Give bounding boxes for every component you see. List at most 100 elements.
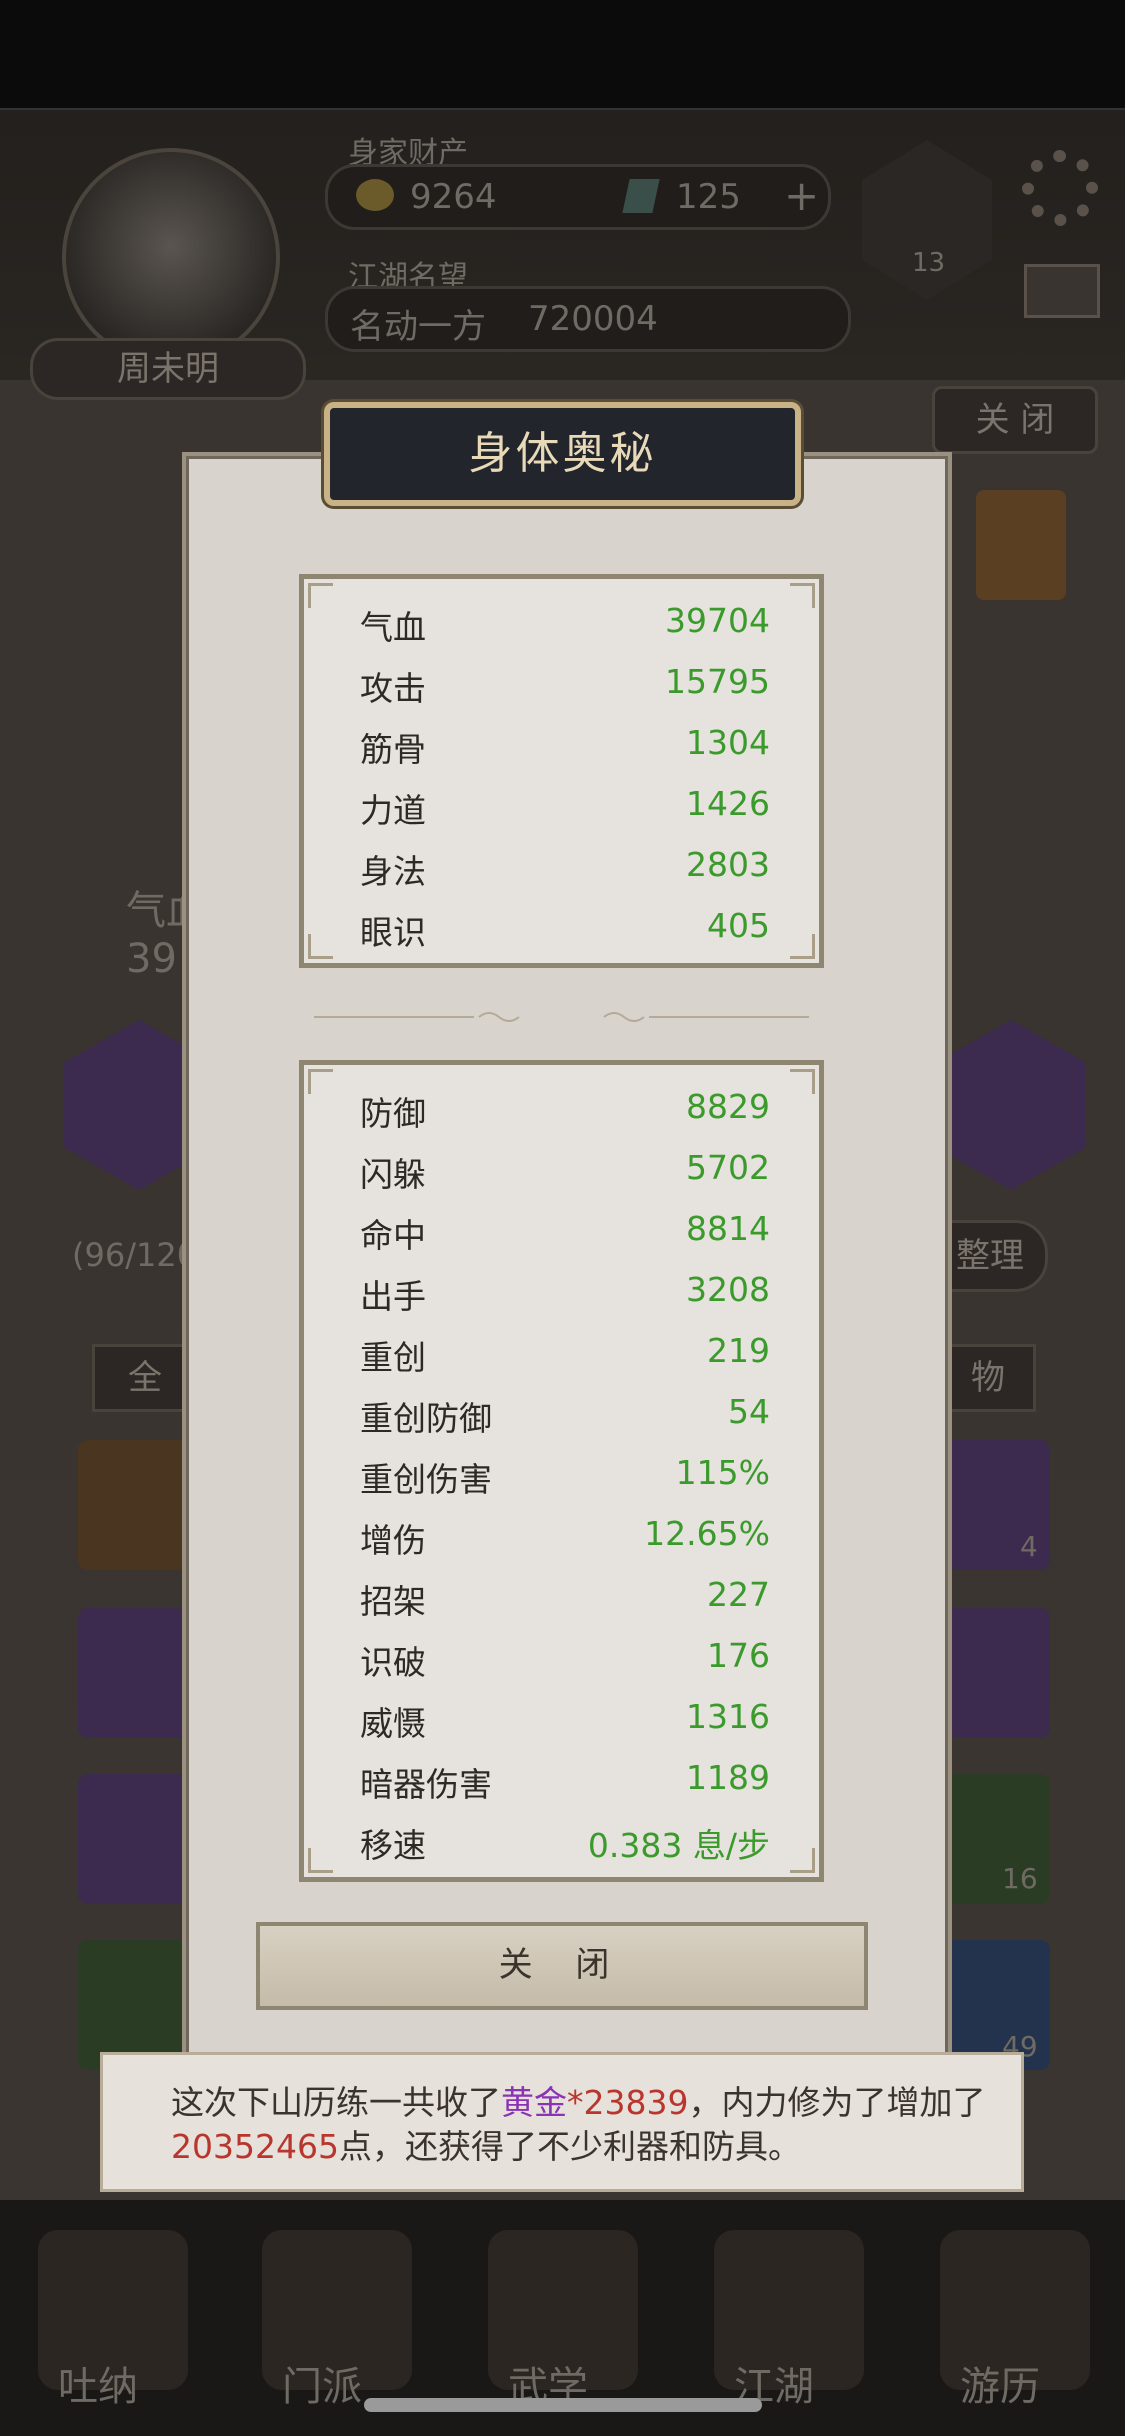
bag-slot[interactable] (78, 1940, 188, 2070)
stat-row: 眼识 405 (360, 906, 770, 956)
stat-label: 威慑 (360, 1704, 426, 1743)
stat-value: 2803 (686, 845, 770, 884)
stat-label: 识破 (360, 1643, 426, 1682)
stat-label: 闪躲 (360, 1155, 426, 1194)
stat-row: 攻击 15795 (360, 662, 770, 712)
add-currency-icon[interactable]: + (784, 171, 819, 220)
panel-corner (308, 1848, 333, 1873)
stat-label: 增伤 (360, 1521, 426, 1560)
toast-message: 这次下山历练一共收了黄金*23839，内力修为了增加了 20352465点，还获得… (171, 2081, 991, 2169)
rank-emblem-icon[interactable] (976, 490, 1066, 600)
stat-label: 重创防御 (360, 1399, 492, 1438)
stat-value: 54 (728, 1392, 770, 1431)
fame-value: 720004 (528, 299, 658, 339)
stat-row: 出手 3208 (360, 1270, 770, 1320)
stat-value: 405 (707, 906, 770, 945)
bag-capacity: (96/120 (72, 1236, 198, 1274)
stat-label: 重创 (360, 1338, 426, 1377)
panel-corner (790, 583, 815, 608)
stat-label: 眼识 (360, 913, 426, 952)
advanced-stats-panel: 防御 8829 闪躲 5702 命中 8814 出手 3208 重创 219 重创防御 54 重创伤害 1… (299, 1060, 824, 1882)
stat-label: 气血 (360, 608, 426, 647)
stat-value: 1316 (686, 1697, 770, 1736)
stat-row: 移速 0.383 息/步 (360, 1819, 770, 1869)
stat-value: 1304 (686, 723, 770, 762)
home-indicator[interactable] (364, 2398, 762, 2412)
stat-label: 命中 (360, 1216, 426, 1255)
expedition-result-toast: 这次下山历练一共收了黄金*23839，内力修为了增加了 20352465点，还获得… (100, 2052, 1024, 2192)
bag-slot[interactable] (78, 1440, 188, 1570)
toast-multiplier: * (567, 2083, 584, 2122)
stat-row: 防御 8829 (360, 1087, 770, 1137)
fame-rank: 名动一方 (350, 307, 486, 347)
nav-meditate-label: 吐纳 (58, 2364, 138, 2410)
stat-label: 招架 (360, 1582, 426, 1621)
toast-text-part: ，内力修为了增加了 (688, 2083, 986, 2122)
stat-row: 威慑 1316 (360, 1697, 770, 1747)
stat-row: 暗器伤害 1189 (360, 1758, 770, 1808)
nav-sect-label: 门派 (282, 2364, 362, 2410)
reward-item-name: 黄金 (501, 2083, 567, 2122)
currency-bar: 9264 125 + (325, 164, 831, 230)
stat-label: 出手 (360, 1277, 426, 1316)
dialog-title-plate: 身体奥秘 (324, 402, 801, 506)
mail-icon[interactable] (1024, 264, 1100, 318)
stat-value: 1426 (686, 784, 770, 823)
nav-travel-label: 游历 (960, 2364, 1040, 2410)
stat-row: 识破 176 (360, 1636, 770, 1686)
panel-corner (790, 934, 815, 959)
close-tab-button[interactable]: 关 闭 (932, 386, 1098, 454)
stat-row: 命中 8814 (360, 1209, 770, 1259)
dialog-title: 身体奥秘 (468, 428, 657, 479)
player-avatar[interactable] (62, 148, 280, 366)
internal-power-points: 20352465 (171, 2127, 339, 2166)
stat-label: 防御 (360, 1094, 426, 1133)
stat-row: 增伤 12.65% (360, 1514, 770, 1564)
slot-count: 4 (1020, 1530, 1038, 1563)
stat-value: 115% (675, 1453, 770, 1492)
status-bar (0, 0, 1125, 110)
stat-value: 39704 (665, 601, 770, 640)
stat-row: 闪躲 5702 (360, 1148, 770, 1198)
stat-row: 重创防御 54 (360, 1392, 770, 1442)
stat-value: 219 (707, 1331, 770, 1370)
filter-item-tab[interactable]: 物 (940, 1344, 1036, 1412)
bag-slot[interactable] (78, 1608, 188, 1738)
toast-text-part: 这次下山历练一共收了 (171, 2083, 501, 2122)
stat-row: 气血 39704 (360, 601, 770, 651)
fame-bar: 名动一方 720004 (325, 286, 851, 352)
stat-row: 重创伤害 115% (360, 1453, 770, 1503)
stat-value: 176 (707, 1636, 770, 1675)
stat-row: 招架 227 (360, 1575, 770, 1625)
bag-slot[interactable] (78, 1774, 188, 1904)
gem-amount: 125 (676, 177, 741, 217)
close-button[interactable]: 关 闭 (256, 1922, 868, 2010)
level-number: 13 (912, 248, 946, 278)
gear-icon[interactable] (1022, 150, 1098, 226)
stat-label: 力道 (360, 791, 426, 830)
ornamental-divider (314, 1012, 809, 1022)
stat-row: 重创 219 (360, 1331, 770, 1381)
stat-value: 8829 (686, 1087, 770, 1126)
reward-amount: 23839 (583, 2083, 689, 2122)
stat-row: 力道 1426 (360, 784, 770, 834)
panel-corner (790, 1848, 815, 1873)
stat-value: 12.65% (644, 1514, 770, 1553)
stat-value: 8814 (686, 1209, 770, 1248)
stat-label: 暗器伤害 (360, 1765, 492, 1804)
stat-value: 1189 (686, 1758, 770, 1797)
panel-corner (308, 1069, 333, 1094)
hp-value: 39 (126, 936, 177, 982)
panel-corner (790, 1069, 815, 1094)
stat-label: 重创伤害 (360, 1460, 492, 1499)
stat-value: 3208 (686, 1270, 770, 1309)
bag-slot[interactable] (940, 1608, 1050, 1738)
panel-corner (308, 583, 333, 608)
slot-count: 16 (1002, 1862, 1038, 1895)
stat-label: 移速 (360, 1826, 426, 1865)
gold-amount: 9264 (410, 177, 497, 217)
basic-stats-panel: 气血 39704 攻击 15795 筋骨 1304 力道 1426 身法 2803 眼识 405 (299, 574, 824, 968)
stat-label: 筋骨 (360, 730, 426, 769)
stat-label: 身法 (360, 852, 426, 891)
gem-icon (622, 179, 660, 213)
